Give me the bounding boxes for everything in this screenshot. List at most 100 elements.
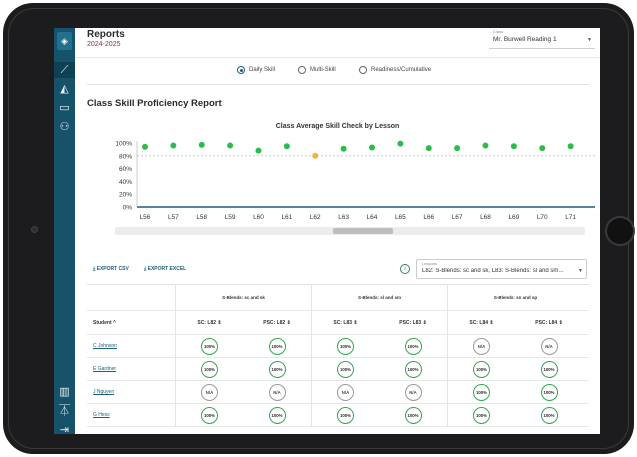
column-header[interactable]: PSC: L84 ⇕ [515, 311, 583, 334]
x-tick-label: L57 [168, 214, 179, 221]
chart-scrollbar[interactable] [115, 227, 585, 235]
score-badge[interactable]: N/A [473, 337, 490, 355]
score-badge[interactable]: 100% [540, 406, 558, 424]
score-cell: N/A [311, 381, 379, 403]
data-point[interactable] [142, 143, 148, 150]
home-button[interactable] [605, 216, 635, 246]
score-badge[interactable]: 100% [404, 406, 422, 424]
score-badge[interactable]: N/A [337, 383, 354, 401]
score-badge[interactable]: N/A [201, 383, 218, 401]
column-header-row: Student ^ SC: L82 ⇕ PSC: L82 ⇕ SC: L83 ⇕… [87, 311, 589, 335]
column-header[interactable]: PSC: L83 ⇕ [379, 311, 447, 334]
score-badge[interactable]: 100% [404, 360, 422, 378]
score-badge[interactable]: 100% [201, 337, 218, 355]
export-excel-button[interactable]: ⤓ EXPORT EXCEL [144, 266, 186, 272]
camera-icon [31, 226, 38, 233]
users-icon[interactable]: ⚇ [54, 119, 75, 135]
score-cell: 100% [311, 358, 379, 380]
radio-multi-skill[interactable]: Multi-Skill [298, 64, 336, 76]
library-icon[interactable]: ▥ [54, 384, 75, 400]
score-badge[interactable]: 100% [473, 360, 490, 378]
group-header: S-Blends: sc and sk [175, 285, 311, 310]
score-cell: N/A [175, 381, 243, 403]
logo-icon[interactable]: ◈ [57, 32, 72, 50]
score-badge[interactable]: 100% [473, 383, 490, 401]
x-tick-label: L71 [565, 214, 576, 221]
report-type-radios: Daily Skill Multi-Skill Readiness/Cumula… [75, 64, 600, 78]
folder-icon[interactable]: ▭ [54, 100, 75, 116]
data-point[interactable] [283, 143, 290, 150]
score-badge[interactable]: 100% [337, 406, 354, 424]
chevron-down-icon: ▼ [587, 37, 592, 43]
score-badge[interactable]: 100% [268, 406, 286, 424]
data-point[interactable] [255, 147, 262, 154]
data-point[interactable] [567, 143, 574, 150]
score-badge[interactable]: 100% [268, 360, 286, 378]
radio-daily-skill[interactable]: Daily Skill [237, 64, 275, 76]
data-point[interactable] [425, 145, 432, 152]
score-cell: 100% [243, 335, 311, 357]
student-link[interactable]: E Gardner [87, 358, 175, 380]
score-badge[interactable]: N/A [540, 337, 558, 355]
info-icon[interactable]: i [400, 264, 410, 274]
student-column-header[interactable]: Student ^ [87, 311, 175, 334]
app-screen: ◈ ⟋ ◭ ▭ ⚇ ▥ ⏄ ⇥ Reports 2024-2025 Class … [54, 28, 600, 434]
score-cell: N/A [379, 381, 447, 403]
x-tick-label: L66 [423, 214, 434, 221]
graduation-cap-icon[interactable]: ◭ [54, 81, 75, 97]
score-cell: 100% [175, 358, 243, 380]
score-badge[interactable]: 100% [268, 337, 286, 355]
score-cell: 100% [243, 358, 311, 380]
score-badge[interactable]: 100% [201, 406, 218, 424]
score-badge[interactable]: N/A [404, 383, 422, 401]
lessons-select[interactable]: Lessons L82: S-Blends: sc and sk, L83: S… [416, 259, 587, 279]
data-point[interactable] [170, 142, 177, 149]
chart-line-icon[interactable]: ⟋ [54, 62, 75, 78]
export-csv-button[interactable]: ⤓ EXPORT CSV [93, 266, 129, 272]
flask-icon[interactable]: ⏄ [54, 403, 75, 419]
divider [87, 84, 589, 85]
x-tick-label: L65 [395, 214, 406, 221]
score-badge[interactable]: 100% [337, 337, 354, 355]
data-point[interactable] [510, 143, 517, 150]
score-cell: 100% [447, 358, 515, 380]
data-point[interactable] [312, 152, 319, 159]
y-tick-label: 60% [119, 166, 132, 173]
data-point[interactable] [454, 145, 461, 152]
proficiency-table: S-Blends: sc and sk S-Blends: sl and sm … [87, 284, 589, 434]
score-badge[interactable]: 100% [201, 360, 218, 378]
logout-icon[interactable]: ⇥ [54, 422, 75, 434]
data-point[interactable] [539, 145, 546, 152]
data-point[interactable] [198, 141, 205, 148]
x-tick-label: L67 [452, 214, 463, 221]
score-badge[interactable]: 100% [404, 337, 422, 355]
radio-label: Multi-Skill [310, 67, 336, 73]
class-select-value: Mr. Burwell Reading 1 [493, 36, 557, 43]
class-select[interactable]: Class Mr. Burwell Reading 1 ▼ [489, 29, 595, 49]
column-header[interactable]: SC: L83 ⇕ [311, 311, 379, 334]
student-link[interactable]: J Nguyen [87, 381, 175, 403]
column-header[interactable]: SC: L84 ⇕ [447, 311, 515, 334]
data-point[interactable] [397, 140, 404, 147]
data-point[interactable] [482, 142, 489, 149]
score-badge[interactable]: N/A [268, 383, 286, 401]
score-cell: 100% [447, 404, 515, 426]
score-badge[interactable]: 100% [540, 383, 558, 401]
column-header[interactable]: SC: L82 ⇕ [175, 311, 243, 334]
radio-icon [359, 66, 367, 74]
student-link[interactable]: C Johnson [87, 335, 175, 357]
data-point[interactable] [369, 144, 375, 151]
score-cell: 100% [243, 404, 311, 426]
radio-readiness[interactable]: Readiness/Cumulative [359, 64, 431, 76]
data-point[interactable] [227, 142, 234, 149]
score-badge[interactable]: 100% [540, 360, 558, 378]
table-row: E Gardner 100% 100% 100% 100% 100% 100% [87, 358, 589, 381]
y-tick-label: 0% [123, 205, 133, 212]
student-link[interactable]: G Hess [87, 404, 175, 426]
scrollbar-thumb[interactable] [333, 228, 393, 234]
data-point[interactable] [340, 145, 347, 152]
score-badge[interactable]: 100% [337, 360, 354, 378]
score-badge[interactable]: 100% [473, 406, 490, 424]
column-header[interactable]: PSC: L82 ⇕ [243, 311, 311, 334]
radio-label: Daily Skill [249, 67, 276, 73]
